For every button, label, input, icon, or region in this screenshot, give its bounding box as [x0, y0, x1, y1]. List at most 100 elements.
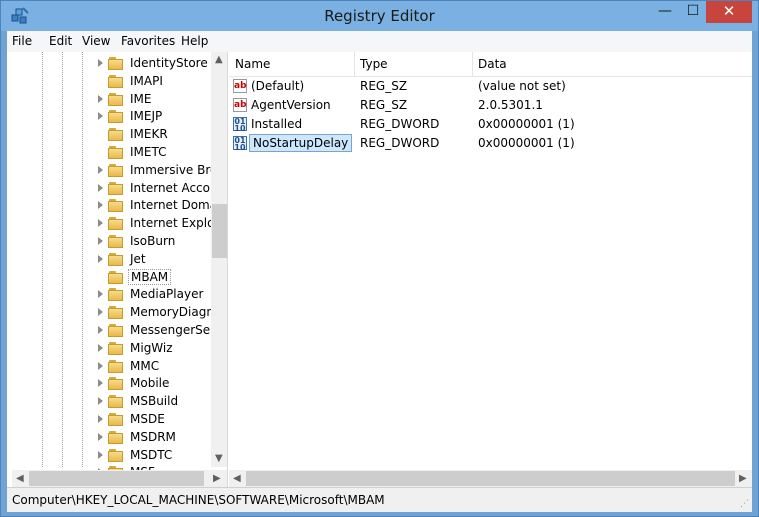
menu-view[interactable]: View: [82, 34, 110, 48]
status-path: Computer\HKEY_LOCAL_MACHINE\SOFTWARE\Mic…: [12, 493, 385, 507]
expand-arrow-icon[interactable]: [98, 254, 103, 263]
tree-item[interactable]: MSDRM: [12, 429, 212, 447]
value-row[interactable]: 01 10 Installed REG_DWORD 0x00000001 (1): [229, 115, 752, 134]
expand-arrow-icon[interactable]: [98, 432, 103, 441]
tree-item[interactable]: MSDTC: [12, 447, 212, 465]
column-type-header[interactable]: Type: [360, 57, 388, 71]
expand-arrow-icon[interactable]: [98, 237, 103, 245]
tree-hscroll-thumb[interactable]: [29, 471, 204, 486]
folder-icon: [108, 128, 124, 142]
value-row[interactable]: 01 10 NoStartupDelay REG_DWORD 0x00000001 (1…: [229, 134, 752, 153]
folder-icon: [108, 448, 124, 462]
column-name-header[interactable]: Name: [235, 57, 270, 71]
minimize-button[interactable]: —: [651, 1, 679, 23]
tree-item[interactable]: MBAM: [12, 268, 212, 287]
value-data: 0x00000001 (1): [478, 117, 575, 131]
tree-vertical-scrollbar[interactable]: ▲ ▼: [211, 52, 227, 467]
tree-item[interactable]: MSBuild: [12, 393, 212, 411]
scroll-up-arrow-icon[interactable]: ▲: [215, 54, 223, 65]
string-value-icon: ab: [233, 98, 247, 112]
tree-item[interactable]: MessengerServ: [12, 322, 222, 340]
tree-item[interactable]: IsoBurn: [12, 233, 212, 251]
registry-tree-pane[interactable]: IdentityStore IMAPI IME IMEJP IMEKR IMETC Imme…: [12, 52, 228, 487]
expand-arrow-icon[interactable]: [98, 165, 103, 174]
expand-arrow-icon[interactable]: [98, 361, 103, 370]
tree-item-label: Jet: [130, 251, 146, 266]
tree-item[interactable]: IdentityStore: [12, 55, 212, 73]
tree-item[interactable]: IMAPI: [12, 73, 212, 91]
window-title: Registry Editor: [324, 7, 435, 25]
menu-favorites[interactable]: Favorites: [121, 34, 175, 48]
column-separator[interactable]: [472, 52, 473, 76]
tree-scroll-thumb[interactable]: [212, 204, 227, 258]
menu-edit[interactable]: Edit: [49, 34, 72, 48]
value-row[interactable]: ab AgentVersion REG_SZ 2.0.5301.1: [229, 96, 752, 115]
expand-arrow-icon[interactable]: [98, 379, 103, 388]
close-button[interactable]: ✕: [706, 1, 752, 23]
expand-arrow-icon[interactable]: [98, 397, 103, 406]
values-hscroll-thumb[interactable]: [246, 471, 735, 486]
expand-arrow-icon[interactable]: [98, 219, 103, 228]
values-horizontal-scrollbar[interactable]: ◀ ▶: [229, 470, 752, 487]
folder-icon: [108, 57, 124, 70]
tree-item[interactable]: MemoryDiagn: [12, 304, 214, 322]
expand-arrow-icon[interactable]: [98, 94, 103, 103]
value-row[interactable]: ab (Default) REG_SZ (value not set): [229, 77, 752, 96]
tree-item[interactable]: Jet: [12, 251, 212, 269]
menu-help[interactable]: Help: [181, 34, 208, 48]
menu-file[interactable]: File: [12, 34, 32, 48]
title-bar[interactable]: Registry Editor — ☐ ✕: [1, 1, 758, 31]
folder-icon: [108, 92, 124, 106]
folder-icon: [108, 359, 124, 373]
resize-grip-icon[interactable]: ⋰: [740, 499, 749, 509]
expand-arrow-icon[interactable]: [98, 183, 103, 192]
tree-item[interactable]: MMC: [12, 358, 212, 376]
tree-item[interactable]: Mobile: [12, 375, 212, 393]
tree-item[interactable]: MediaPlayer: [12, 286, 212, 304]
tree-item[interactable]: IMETC: [12, 144, 212, 162]
folder-icon: [108, 163, 124, 177]
folder-icon: [108, 341, 124, 355]
tree-item[interactable]: IMEKR: [12, 126, 212, 144]
tree-horizontal-scrollbar[interactable]: ◀ ▶: [12, 470, 227, 487]
folder-icon: [108, 252, 124, 266]
value-name: AgentVersion: [251, 98, 331, 112]
scroll-right-arrow-icon[interactable]: ▶: [213, 473, 221, 484]
expand-arrow-icon[interactable]: [98, 59, 103, 67]
tree-item-label: IMAPI: [130, 73, 163, 88]
tree-item-label: MSDTC: [130, 447, 173, 462]
scroll-left-arrow-icon[interactable]: ◀: [233, 473, 241, 484]
expand-arrow-icon[interactable]: [98, 112, 103, 121]
expand-arrow-icon[interactable]: [98, 343, 103, 352]
value-type: REG_DWORD: [360, 117, 440, 131]
tree-item[interactable]: Internet Accou: [12, 180, 218, 198]
scroll-left-arrow-icon[interactable]: ◀: [16, 473, 24, 484]
string-value-icon: ab: [233, 79, 247, 93]
tree-item[interactable]: IMEJP: [12, 108, 212, 126]
expand-arrow-icon[interactable]: [98, 201, 103, 210]
column-data-header[interactable]: Data: [478, 57, 507, 71]
maximize-button[interactable]: ☐: [679, 1, 707, 23]
tree-item[interactable]: MigWiz: [12, 340, 212, 358]
folder-icon: [108, 306, 124, 320]
dword-value-icon: 01 10: [233, 136, 247, 152]
tree-item-label: IdentityStore: [130, 56, 208, 70]
tree-item[interactable]: Immersive Bro: [12, 162, 217, 180]
scroll-down-arrow-icon[interactable]: ▼: [215, 453, 223, 464]
expand-arrow-icon[interactable]: [98, 450, 103, 459]
expand-arrow-icon[interactable]: [98, 326, 103, 334]
registry-editor-window: Registry Editor — ☐ ✕ File Edit View Fav…: [0, 0, 759, 517]
tree-item[interactable]: IME: [12, 91, 212, 109]
tree-item-label: MSDRM: [130, 429, 176, 444]
value-data: (value not set): [478, 79, 566, 93]
column-separator[interactable]: [354, 52, 355, 76]
value-name: NoStartupDelay: [249, 134, 353, 152]
tree-item[interactable]: Internet Explor: [12, 215, 219, 233]
scroll-right-arrow-icon[interactable]: ▶: [739, 473, 747, 484]
expand-arrow-icon[interactable]: [98, 290, 103, 299]
tree-item[interactable]: MSDE: [12, 411, 212, 429]
expand-arrow-icon[interactable]: [98, 308, 103, 317]
tree-item[interactable]: Internet Doma: [12, 197, 217, 215]
values-pane[interactable]: Name Type Data ab (Default) REG_SZ (value n…: [229, 52, 752, 487]
expand-arrow-icon[interactable]: [98, 415, 103, 423]
